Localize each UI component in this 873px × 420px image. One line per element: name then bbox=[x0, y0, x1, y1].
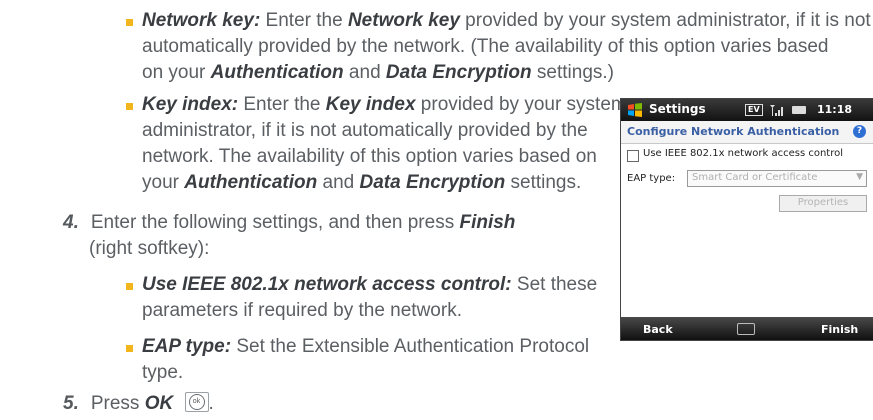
step-5: 5. Press OK ok. bbox=[63, 392, 214, 414]
network-key-line2: automatically provided by the network. (… bbox=[142, 36, 829, 57]
properties-button[interactable]: Properties bbox=[779, 195, 867, 212]
back-softkey[interactable]: Back bbox=[643, 323, 673, 336]
bullet-marker bbox=[126, 283, 133, 290]
chevron-down-icon: ▼ bbox=[856, 172, 863, 182]
eap-type-line1: EAP type: Set the Extensible Authenticat… bbox=[142, 336, 590, 357]
key-index-line4: your Authentication and Data Encryption … bbox=[142, 172, 582, 193]
key-index-line2: administrator, if it is not automaticall… bbox=[142, 120, 588, 141]
ieee-line1: Use IEEE 802.1x network access control: … bbox=[142, 274, 598, 295]
eap-type-select[interactable]: Smart Card or Certificate ▼ bbox=[687, 170, 867, 187]
step-4-line2: (right softkey): bbox=[89, 238, 210, 259]
network-key-line1: Network key: Enter the Network key provi… bbox=[142, 10, 871, 31]
ieee-8021x-checkbox[interactable] bbox=[627, 150, 639, 162]
keyboard-icon[interactable] bbox=[737, 323, 755, 335]
softkey-bar: Back Finish bbox=[621, 317, 873, 340]
key-index-line1: Key index: Enter the Key index provided … bbox=[142, 94, 627, 115]
step-4-line1: 4. Enter the following settings, and then… bbox=[63, 212, 516, 233]
signal-icon bbox=[770, 105, 783, 116]
battery-icon bbox=[792, 106, 806, 114]
help-icon[interactable]: ? bbox=[853, 125, 866, 138]
bullet-marker bbox=[126, 103, 133, 110]
eap-type-line2: type. bbox=[142, 362, 184, 383]
bullet-marker bbox=[126, 345, 133, 352]
bullet-marker bbox=[126, 19, 133, 26]
clock: 11:18 bbox=[817, 103, 853, 116]
ieee-line2: parameters if required by the network. bbox=[142, 300, 462, 321]
ieee-8021x-checkbox-label: Use IEEE 802.1x network access control bbox=[643, 148, 843, 159]
ok-key-icon: ok bbox=[184, 392, 209, 412]
network-key-line3: on your Authentication and Data Encrypti… bbox=[142, 62, 614, 83]
page-title: Configure Network Authentication bbox=[627, 125, 840, 138]
windows-start-icon[interactable] bbox=[627, 102, 643, 118]
eap-type-label: EAP type: bbox=[627, 173, 676, 184]
status-bar: Settings EV 11:18 bbox=[621, 99, 873, 121]
page-title-bar: Configure Network Authentication ? bbox=[621, 121, 873, 144]
phone-screenshot: Settings EV 11:18 Configure Network Auth… bbox=[620, 98, 873, 341]
finish-softkey[interactable]: Finish bbox=[821, 323, 858, 336]
ev-data-icon: EV bbox=[745, 104, 763, 116]
key-index-line3: network. The availability of this option… bbox=[142, 146, 597, 167]
app-title: Settings bbox=[649, 102, 706, 116]
